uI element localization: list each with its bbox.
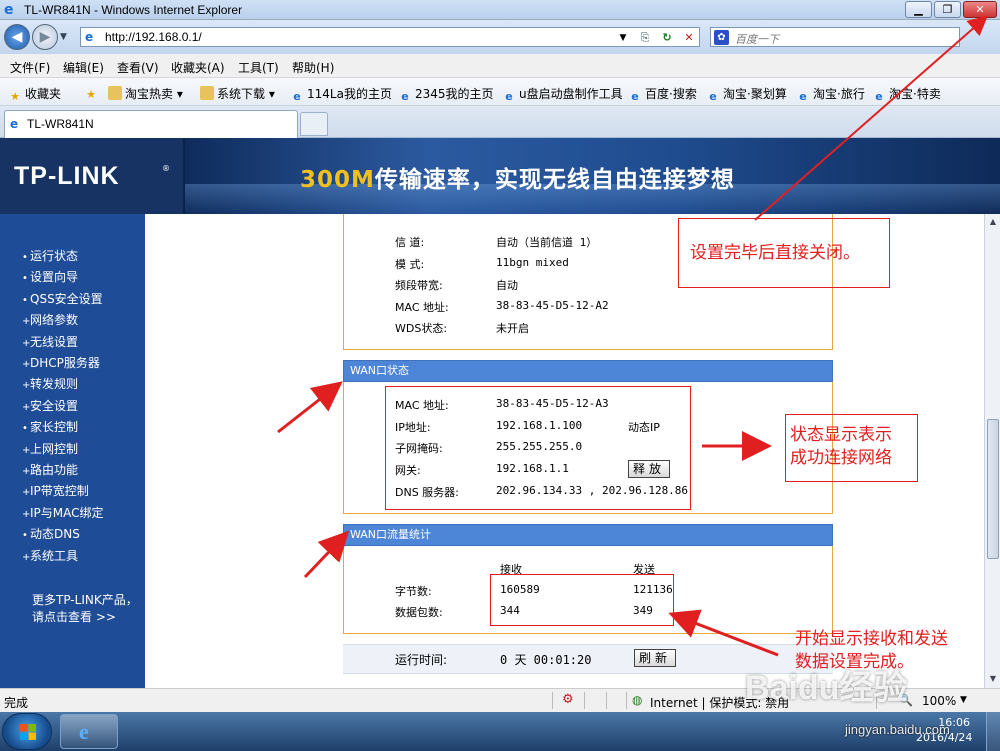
start-button[interactable] bbox=[2, 713, 52, 750]
baidu-watermark: Baidu经验 bbox=[745, 669, 908, 707]
baidu-watermark-url: jingyan.baidu.com bbox=[845, 722, 950, 737]
scroll-up-icon[interactable]: ▲ bbox=[986, 215, 1000, 229]
traffic-header-arrow bbox=[303, 530, 350, 579]
taskbar-ie-button[interactable]: e bbox=[60, 714, 118, 749]
vertical-scrollbar[interactable]: ▲ ▼ bbox=[984, 214, 1000, 688]
annotation-arrows bbox=[277, 15, 989, 657]
globe-icon: ◍ bbox=[632, 693, 643, 707]
zoom-dropdown-icon[interactable]: ▼ bbox=[960, 695, 967, 705]
zoom-level[interactable]: 100% bbox=[922, 694, 956, 708]
close-arrow bbox=[754, 15, 989, 221]
scroll-thumb[interactable] bbox=[987, 419, 999, 559]
wan-arrow bbox=[277, 381, 343, 434]
ie-logo-icon: e bbox=[79, 719, 89, 744]
show-desktop-button[interactable] bbox=[986, 712, 1000, 751]
popup-blocker-icon[interactable]: ⚙ bbox=[562, 692, 574, 707]
windows-logo-icon bbox=[20, 724, 36, 740]
scroll-down-icon[interactable]: ▼ bbox=[986, 672, 1000, 686]
traffic-arrow bbox=[668, 609, 779, 657]
status-text: 完成 bbox=[4, 696, 29, 710]
